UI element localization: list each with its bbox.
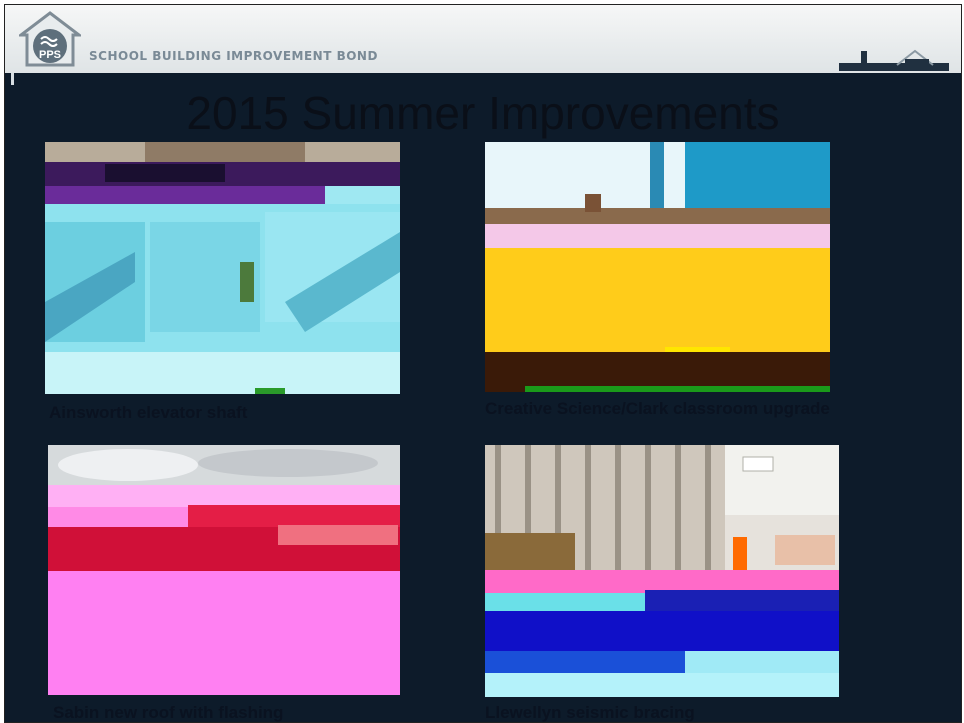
photo-sabin-roof [48,445,400,695]
bond-label: SCHOOL BUILDING IMPROVEMENT BOND [89,49,378,63]
photo-ainsworth-elevator [45,142,400,394]
caption-4: Llewellyn seismic bracing [485,703,695,722]
caption-3: Sabin new roof with flashing [53,703,284,722]
pps-logo: PPS [19,11,81,67]
slide-marker [11,73,14,85]
photo-clark-classroom [485,142,830,392]
caption-1: Ainsworth elevator shaft [49,403,248,422]
skyline-icon [839,45,949,71]
caption-2: Creative Science/Clark classroom upgrade [485,399,830,418]
logo-text: PPS [39,49,61,61]
slide-title: 2015 Summer Improvements [186,87,780,139]
slide: PPS SCHOOL BUILDING IMPROVEMENT BOND 201… [4,4,962,723]
photo-llewellyn-seismic [485,445,839,697]
header-bar: PPS SCHOOL BUILDING IMPROVEMENT BOND [5,5,961,73]
